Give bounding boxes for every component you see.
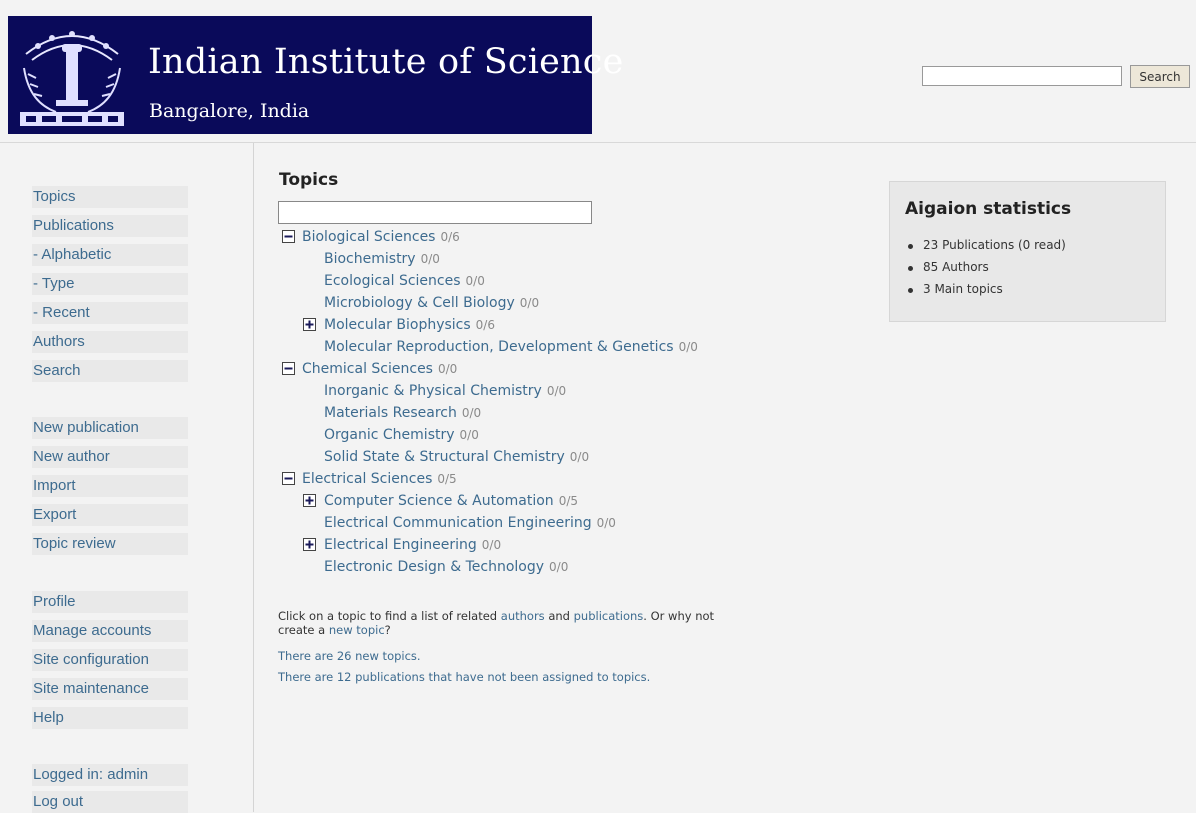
search-input[interactable] xyxy=(922,66,1122,86)
nav-new-author[interactable]: New author xyxy=(32,446,188,468)
help-text-line-1: Click on a topic to find a list of relat… xyxy=(278,609,714,623)
topic-link[interactable]: Biochemistry xyxy=(324,251,416,267)
help-text: ? xyxy=(384,623,391,637)
topic-link[interactable]: Electrical Sciences xyxy=(302,471,432,487)
unassigned-publications-link[interactable]: There are 12 publications that have not … xyxy=(278,670,650,684)
nav-alphabetic[interactable]: - Alphabetic xyxy=(32,244,188,266)
nav-topics[interactable]: Topics xyxy=(32,186,188,208)
institute-name: Indian Institute of Science xyxy=(148,42,624,82)
list-item: Ecological Sciences 0/0 xyxy=(324,271,485,291)
nav-type[interactable]: - Type xyxy=(32,273,188,295)
help-text-line-2: create a new topic? xyxy=(278,623,391,637)
topic-count: 0/0 xyxy=(461,406,482,420)
new-topic-link[interactable]: new topic xyxy=(329,623,385,637)
page-title: Topics xyxy=(279,170,339,190)
topic-link[interactable]: Inorganic & Physical Chemistry xyxy=(324,383,542,399)
topic-link[interactable]: Chemical Sciences xyxy=(302,361,433,377)
topic-count: 0/0 xyxy=(549,560,569,574)
nav-publications[interactable]: Publications xyxy=(32,215,188,237)
collapse-icon[interactable] xyxy=(282,472,295,485)
topic-link[interactable]: Electronic Design & Technology xyxy=(324,559,544,575)
list-item: Electrical Sciences 0/5 xyxy=(302,469,457,489)
topic-link[interactable]: Ecological Sciences xyxy=(324,273,461,289)
collapse-icon[interactable] xyxy=(282,362,295,375)
nav-topic-review[interactable]: Topic review xyxy=(32,533,188,555)
nav-site-maintenance[interactable]: Site maintenance xyxy=(32,678,188,700)
topic-count: 0/0 xyxy=(459,428,479,442)
help-text: and xyxy=(548,609,570,623)
list-item: Molecular Reproduction, Development & Ge… xyxy=(324,337,698,357)
topic-count: 0/0 xyxy=(569,450,590,464)
topic-count: 0/0 xyxy=(546,384,567,398)
topic-link[interactable]: Biological Sciences xyxy=(302,229,435,245)
nav-export[interactable]: Export xyxy=(32,504,188,526)
statistics-panel: Aigaion statistics 23 Publications (0 re… xyxy=(889,181,1166,322)
help-text: create a xyxy=(278,623,326,637)
list-item: Computer Science & Automation 0/5 xyxy=(324,491,578,511)
list-item: Organic Chemistry 0/0 xyxy=(324,425,479,445)
new-topics-link[interactable]: There are 26 new topics. xyxy=(278,649,421,663)
authors-link[interactable]: authors xyxy=(501,609,545,623)
topic-count: 0/0 xyxy=(596,516,616,530)
topic-count: 0/0 xyxy=(437,362,458,376)
nav-recent[interactable]: - Recent xyxy=(32,302,188,324)
topic-link[interactable]: Molecular Reproduction, Development & Ge… xyxy=(324,339,674,355)
topic-filter-input[interactable] xyxy=(278,201,592,224)
list-item: Materials Research 0/0 xyxy=(324,403,481,423)
nav-new-publication[interactable]: New publication xyxy=(32,417,188,439)
search-button[interactable]: Search xyxy=(1130,65,1190,88)
nav-authors[interactable]: Authors xyxy=(32,331,188,353)
list-item: Microbiology & Cell Biology 0/0 xyxy=(324,293,539,313)
list-item: Chemical Sciences 0/0 xyxy=(302,359,457,379)
topic-count: 0/0 xyxy=(481,538,502,552)
help-text: . Or why not xyxy=(643,609,715,623)
publications-link[interactable]: publications xyxy=(574,609,644,623)
collapse-icon[interactable] xyxy=(282,230,295,243)
topic-link[interactable]: Materials Research xyxy=(324,405,457,421)
statistics-title: Aigaion statistics xyxy=(905,199,1072,219)
topic-count: 0/0 xyxy=(678,340,698,354)
stat-main-topics: 3 Main topics xyxy=(908,282,1003,296)
list-item: Biochemistry 0/0 xyxy=(324,249,440,269)
nav-import[interactable]: Import xyxy=(32,475,188,497)
expand-icon[interactable] xyxy=(303,494,316,507)
nav-site-configuration[interactable]: Site configuration xyxy=(32,649,188,671)
topic-link[interactable]: Molecular Biophysics xyxy=(324,317,471,333)
list-item: Electronic Design & Technology 0/0 xyxy=(324,557,568,577)
list-item: Biological Sciences 0/6 xyxy=(302,227,460,247)
stat-publications: 23 Publications (0 read) xyxy=(908,238,1066,252)
topic-link[interactable]: Computer Science & Automation xyxy=(324,493,554,509)
list-item: Inorganic & Physical Chemistry 0/0 xyxy=(324,381,566,401)
topic-count: 0/5 xyxy=(558,494,578,508)
logged-in-status: Logged in: admin xyxy=(32,764,188,786)
topic-link[interactable]: Solid State & Structural Chemistry xyxy=(324,449,565,465)
list-item: Solid State & Structural Chemistry 0/0 xyxy=(324,447,589,467)
header-banner: Indian Institute of Science Bangalore, I… xyxy=(8,16,623,134)
topic-count: 0/0 xyxy=(420,252,440,266)
nav-search[interactable]: Search xyxy=(32,360,188,382)
help-text: Click on a topic to find a list of relat… xyxy=(278,609,498,623)
topic-count: 0/5 xyxy=(437,472,457,486)
list-item: Electrical Engineering 0/0 xyxy=(324,535,501,555)
nav-help[interactable]: Help xyxy=(32,707,188,729)
institute-location: Bangalore, India xyxy=(149,100,310,122)
topic-count: 0/6 xyxy=(440,230,460,244)
topic-link[interactable]: Electrical Communication Engineering xyxy=(324,515,592,531)
topic-count: 0/0 xyxy=(465,274,485,288)
expand-icon[interactable] xyxy=(303,318,316,331)
topic-link[interactable]: Microbiology & Cell Biology xyxy=(324,295,515,311)
topic-link[interactable]: Electrical Engineering xyxy=(324,537,477,553)
nav-profile[interactable]: Profile xyxy=(32,591,188,613)
topic-count: 0/6 xyxy=(475,318,495,332)
institute-logo xyxy=(20,31,124,126)
sidebar: Topics Publications - Alphabetic - Type … xyxy=(8,143,254,813)
expand-icon[interactable] xyxy=(303,538,316,551)
stat-authors: 85 Authors xyxy=(908,260,989,274)
nav-log-out[interactable]: Log out xyxy=(32,791,188,813)
nav-manage-accounts[interactable]: Manage accounts xyxy=(32,620,188,642)
list-item: Electrical Communication Engineering 0/0 xyxy=(324,513,616,533)
topic-count: 0/0 xyxy=(519,296,540,310)
list-item: Molecular Biophysics 0/6 xyxy=(324,315,495,335)
topic-link[interactable]: Organic Chemistry xyxy=(324,427,455,443)
